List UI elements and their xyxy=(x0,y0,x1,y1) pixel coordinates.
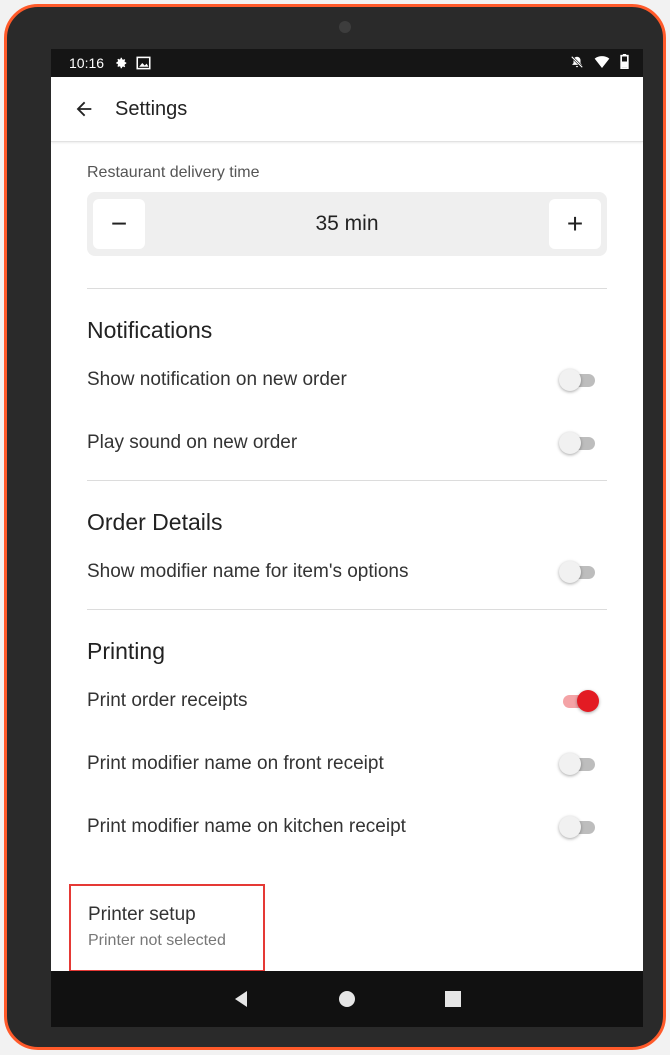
gear-icon xyxy=(114,56,128,70)
setting-label: Print modifier name on front receipt xyxy=(87,752,384,774)
recents-square-icon[interactable] xyxy=(438,984,468,1014)
printing-section-title: Printing xyxy=(87,638,165,664)
tablet-frame: 10:16 Settings Restaurant delivery time … xyxy=(4,4,666,1050)
setting-label: Print order receipts xyxy=(87,689,248,711)
device-screen: 10:16 Settings Restaurant delivery time … xyxy=(51,49,643,1027)
delivery-time-label: Restaurant delivery time xyxy=(87,164,260,181)
notifications-section-title: Notifications xyxy=(87,317,213,343)
divider xyxy=(87,480,607,481)
show-modifier-name-toggle[interactable] xyxy=(559,559,599,585)
camera-icon xyxy=(339,21,351,33)
printer-setup-subtitle: Printer not selected xyxy=(88,932,226,949)
setting-row: Print modifier name on kitchen receipt xyxy=(87,795,607,858)
printer-setup-title: Printer setup xyxy=(88,904,196,925)
setting-label: Show modifier name for item's options xyxy=(87,560,409,582)
divider xyxy=(87,609,607,610)
setting-row: Play sound on new order xyxy=(87,411,607,474)
setting-row: Show notification on new order xyxy=(87,348,607,411)
show-notification-toggle[interactable] xyxy=(559,367,599,393)
setting-row: Show modifier name for item's options xyxy=(87,540,607,603)
status-time: 10:16 xyxy=(69,55,105,71)
arrow-back-icon[interactable] xyxy=(69,94,99,124)
image-icon xyxy=(136,56,151,70)
setting-row: Print order receipts xyxy=(87,669,607,732)
print-kitchen-receipt-toggle[interactable] xyxy=(559,814,599,840)
setting-label: Show notification on new order xyxy=(87,368,347,390)
play-sound-toggle[interactable] xyxy=(559,430,599,456)
delivery-time-value: 35 min xyxy=(315,212,379,235)
system-nav-bar xyxy=(51,971,643,1027)
print-front-receipt-toggle[interactable] xyxy=(559,751,599,777)
divider xyxy=(87,288,607,289)
printer-setup-item[interactable]: Printer setup Printer not selected xyxy=(69,884,265,972)
increment-button[interactable]: + xyxy=(549,199,601,249)
wifi-icon xyxy=(594,55,610,72)
setting-row: Print modifier name on front receipt xyxy=(87,732,607,795)
setting-label: Play sound on new order xyxy=(87,431,298,453)
battery-icon xyxy=(620,54,629,72)
status-bar: 10:16 xyxy=(51,49,643,77)
settings-content: Restaurant delivery time − 35 min + Noti… xyxy=(51,164,643,972)
order-details-section-title: Order Details xyxy=(87,509,223,535)
delivery-time-stepper: − 35 min + xyxy=(87,192,607,256)
setting-label: Print modifier name on kitchen receipt xyxy=(87,815,406,837)
app-bar: Settings xyxy=(51,77,643,142)
back-triangle-icon[interactable] xyxy=(226,984,256,1014)
print-order-receipts-toggle[interactable] xyxy=(559,688,599,714)
notifications-off-icon xyxy=(570,55,584,72)
decrement-button[interactable]: − xyxy=(93,199,145,249)
page-title: Settings xyxy=(115,97,188,120)
home-circle-icon[interactable] xyxy=(332,984,362,1014)
